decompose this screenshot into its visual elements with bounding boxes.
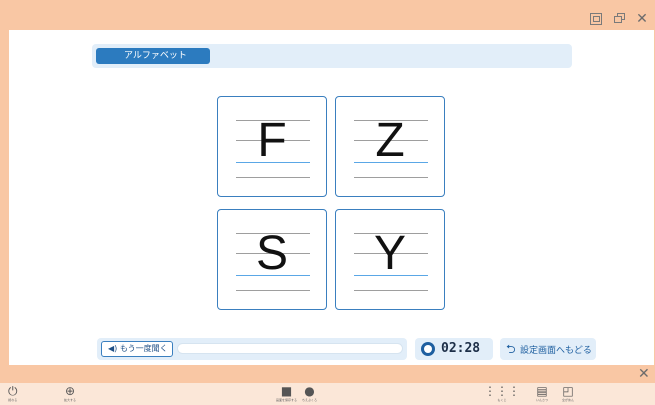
power-icon: ⏻ xyxy=(8,384,18,398)
timer-value: 02:28 xyxy=(441,341,481,356)
clock-icon xyxy=(421,342,435,356)
letter-card-2[interactable]: Z xyxy=(335,96,445,197)
fullscreen-icon: ◰ xyxy=(562,384,574,398)
speaker-icon: ◀) xyxy=(108,344,118,353)
letter-card-4[interactable]: Y xyxy=(335,209,445,310)
snap-icon[interactable] xyxy=(590,13,602,25)
screenshot-button[interactable]: ■ 画面を保存する xyxy=(276,384,297,403)
card-letter: Z xyxy=(375,114,405,167)
back-to-settings-button[interactable]: ⮌ 設定画面へもどる xyxy=(500,338,596,360)
audio-progress-bar xyxy=(177,343,403,354)
guide-line xyxy=(236,177,310,178)
title-bar: アルファベット xyxy=(92,44,572,68)
quit-button[interactable]: ⏻ 終わる xyxy=(8,384,18,403)
replay-label: もう一度聞く xyxy=(119,344,168,353)
restore-window-icon[interactable] xyxy=(614,13,626,25)
page-title: アルファベット xyxy=(96,48,210,64)
close-panel-button[interactable]: ✕ xyxy=(638,366,650,382)
fullscreen-button[interactable]: ◰ 全がめん xyxy=(562,384,574,403)
grid-icon: ⋮⋮⋮ xyxy=(484,384,520,398)
zoom-button[interactable]: ⊕ 拡大する xyxy=(64,384,76,403)
guide-line xyxy=(236,290,310,291)
card-letter: Y xyxy=(373,227,406,280)
replay-button[interactable]: ◀) もう一度聞く xyxy=(101,341,173,357)
card-letter: F xyxy=(257,114,287,167)
contents-button[interactable]: ⋮⋮⋮ もくじ xyxy=(484,384,520,403)
guide-line xyxy=(354,290,428,291)
card-letter: S xyxy=(255,227,288,280)
main-panel: アルファベット F Z S Y ◀) もう一度聞く 02:28 ⮌ 設定画面へも… xyxy=(9,30,654,365)
letter-card-1[interactable]: F xyxy=(217,96,327,197)
back-label: 設定画面へもどる xyxy=(520,346,592,356)
replay-bar: ◀) もう一度聞く xyxy=(97,338,407,360)
lightbulb-icon: ● xyxy=(304,384,315,398)
top-bar: ✕ xyxy=(0,0,655,28)
app-window: ✕ アルファベット F Z S Y ◀) もう一度聞く 02:28 ⮌ 設定画面… xyxy=(0,0,655,405)
print-icon: ▤ xyxy=(536,384,548,398)
print-button[interactable]: ▤ いんさつ xyxy=(536,384,548,403)
hint-button[interactable]: ● ちえぶくろ xyxy=(302,384,317,403)
camera-icon: ■ xyxy=(280,384,293,398)
zoom-icon: ⊕ xyxy=(64,384,76,398)
bottom-controls: ◀) もう一度聞く 02:28 ⮌ 設定画面へもどる xyxy=(97,338,596,360)
timer: 02:28 xyxy=(415,338,493,360)
close-window-button[interactable]: ✕ xyxy=(636,12,648,26)
return-arrow-icon: ⮌ xyxy=(506,342,516,356)
letter-card-3[interactable]: S xyxy=(217,209,327,310)
bottom-toolbar: ⏻ 終わる ⊕ 拡大する ■ 画面を保存する ● ちえぶくろ ⋮⋮⋮ もくじ ▤… xyxy=(0,383,655,405)
guide-line xyxy=(354,177,428,178)
